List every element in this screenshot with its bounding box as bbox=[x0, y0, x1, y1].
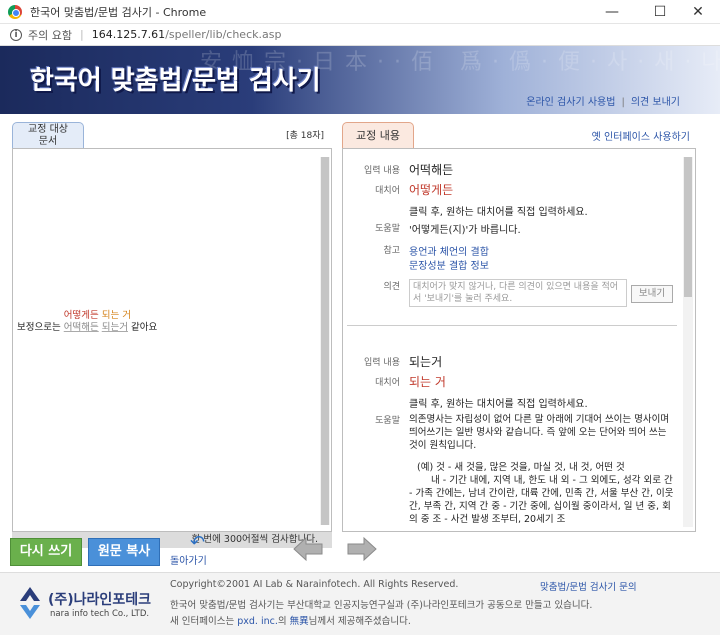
nara-logo-icon bbox=[20, 587, 40, 619]
entry-divider bbox=[347, 325, 677, 326]
entry2-input: 되는거 bbox=[409, 355, 443, 369]
address-separator: | bbox=[79, 28, 84, 41]
label-ref: 참고 bbox=[383, 246, 400, 256]
tab-source-document[interactable]: 교정 대상 문서 bbox=[12, 122, 84, 148]
source-scrollbar-thumb[interactable] bbox=[321, 157, 329, 525]
window-title: 한국어 맞춤법/문법 검사기 - Chrome bbox=[30, 5, 207, 19]
pxd-link[interactable]: pxd. inc. bbox=[237, 616, 278, 627]
logo-korean: (주)나라인포테크 bbox=[48, 592, 151, 608]
entry2-examples: (예) 것 - 새 것을, 많은 것을, 마실 것, 내 것, 어떤 것 내 -… bbox=[409, 461, 679, 526]
close-button[interactable]: ✕ bbox=[676, 0, 720, 24]
chrome-icon bbox=[8, 4, 22, 19]
label-help: 도움말 bbox=[375, 224, 400, 234]
label-input-2: 입력 내용 bbox=[364, 358, 400, 368]
window-titlebar: 한국어 맞춤법/문법 검사기 - Chrome — ☐ ✕ bbox=[0, 0, 720, 24]
source-pane: 교정 대상 문서 [총 18자] 보정으로는 어떻게든 어떡해든 되는 거 되는거 … bbox=[10, 122, 332, 548]
copyright: Copyright©2001 AI Lab & Narainfotech. Al… bbox=[170, 579, 459, 590]
error-word-1[interactable]: 어떡해든 bbox=[64, 322, 99, 333]
old-interface-link[interactable]: 옛 인터페이스 사용하기 bbox=[592, 128, 690, 143]
entry1-help: '어떻게든(지)'가 바릅니다. bbox=[409, 225, 521, 236]
label-replace: 대치어 bbox=[375, 186, 400, 196]
example-line-2: 내 - 기간 내에, 지역 내, 한도 내 외 - 그 외에도, 성각 외로 간… bbox=[409, 475, 674, 525]
header-banner: 安恤宗·日本··佰 爲·僞·便·사·새·나·이·文 나 한국어 맞춤법/문법 검… bbox=[0, 46, 720, 114]
label-input: 입력 내용 bbox=[364, 166, 400, 176]
contact-link[interactable]: 맞춤법/문법 검사기 문의 bbox=[540, 579, 637, 593]
made-by-note: 한국어 맞춤법/문법 검사기는 부산대학교 인공지능연구실과 (주)나라인포테크… bbox=[170, 600, 593, 611]
tab-source-label-line2: 문서 bbox=[38, 136, 58, 147]
retype-button[interactable]: 다시 쓰기 bbox=[10, 538, 82, 566]
credit-prefix: 새 인터페이스는 bbox=[170, 616, 235, 627]
tab-source-label-line1: 교정 대상 bbox=[28, 124, 68, 135]
entry1-input: 어떡해든 bbox=[409, 163, 454, 177]
credit-mid: 의 bbox=[277, 616, 287, 627]
link-divider: | bbox=[621, 97, 625, 108]
app-title: 한국어 맞춤법/문법 검사기 bbox=[30, 66, 321, 96]
copy-original-button[interactable]: 원문 복사 bbox=[88, 538, 160, 566]
entry1-send-button[interactable]: 보내기 bbox=[631, 285, 673, 303]
logo-english: nara info tech Co., LTD. bbox=[50, 609, 150, 619]
label-opinion: 의견 bbox=[383, 282, 400, 292]
char-count: [총 18자] bbox=[286, 131, 324, 141]
entry2-instruction: 클릭 후, 원하는 대치어를 직접 입력하세요. bbox=[409, 399, 588, 410]
label-help-2: 도움말 bbox=[375, 416, 400, 426]
interface-credit: 새 인터페이스는 pxd. inc.의 無異님께서 제공해주셨습니다. bbox=[170, 613, 411, 627]
entry1-instruction: 클릭 후, 원하는 대치어를 직접 입력하세요. bbox=[409, 207, 588, 218]
source-text: 보정으로는 어떻게든 어떡해든 되는 거 되는거 같아요 bbox=[17, 310, 158, 335]
company-logo: (주)나라인포테크 nara info tech Co., LTD. bbox=[16, 583, 156, 627]
credit-suffix: 님께서 제공해주셨습니다. bbox=[308, 616, 411, 627]
entry2-replacement[interactable]: 되는 거 bbox=[409, 373, 446, 390]
suggestion-2: 되는 거 bbox=[101, 310, 131, 321]
main-area: 교정 대상 문서 [총 18자] 보정으로는 어떻게든 어떡해든 되는 거 되는거 … bbox=[0, 114, 720, 572]
tab-corrections[interactable]: 교정 내용 bbox=[342, 122, 414, 148]
error-word-2[interactable]: 되는거 bbox=[102, 322, 128, 333]
previous-arrow-icon[interactable] bbox=[292, 536, 324, 562]
back-label: 돌아가기 bbox=[170, 556, 207, 567]
info-icon[interactable]: i bbox=[10, 28, 22, 41]
banner-links: 온라인 검사기 사용법 | 의견 보내기 bbox=[526, 93, 680, 108]
entry1-ref-link-2[interactable]: 문장성분 결합 정보 bbox=[409, 257, 489, 272]
next-arrow-icon[interactable] bbox=[346, 536, 378, 562]
designer-link[interactable]: 無異 bbox=[290, 616, 309, 627]
text-prefix: 보정으로는 bbox=[17, 322, 61, 333]
corrections-scrollbar[interactable] bbox=[683, 157, 693, 527]
source-text-area[interactable]: 보정으로는 어떻게든 어떡해든 되는 거 되는거 같아요 bbox=[12, 148, 332, 532]
feedback-link[interactable]: 의견 보내기 bbox=[631, 97, 680, 108]
address-bar[interactable]: i 주의 요함 | 164.125.7.61/speller/lib/check… bbox=[0, 24, 720, 46]
security-warning[interactable]: 주의 요함 bbox=[28, 27, 72, 43]
back-arrow-icon: ↶ bbox=[190, 532, 206, 553]
usage-link[interactable]: 온라인 검사기 사용법 bbox=[526, 97, 615, 108]
suggestion-1: 어떻게든 bbox=[63, 310, 99, 321]
label-replace-2: 대치어 bbox=[375, 378, 400, 388]
correction-pane: 교정 내용 옛 인터페이스 사용하기 입력 내용 어떡해든 대치어 어떻게든 클… bbox=[342, 122, 698, 546]
url-host[interactable]: 164.125.7.61 bbox=[92, 28, 165, 41]
entry1-opinion-input[interactable]: 대치어가 맞지 않거나, 다른 의견이 있으면 내용을 적어서 '보내기'를 눌… bbox=[409, 279, 627, 307]
text-suffix: 같아요 bbox=[131, 322, 158, 333]
minimize-button[interactable]: — bbox=[590, 0, 634, 24]
corrections-scrollbar-thumb[interactable] bbox=[684, 157, 692, 297]
corrections-list: 입력 내용 어떡해든 대치어 어떻게든 클릭 후, 원하는 대치어를 직접 입력… bbox=[342, 148, 696, 532]
footer: (주)나라인포테크 nara info tech Co., LTD. Copyr… bbox=[0, 572, 720, 635]
source-scrollbar[interactable] bbox=[320, 157, 330, 525]
url-path[interactable]: /speller/lib/check.asp bbox=[165, 28, 281, 41]
entry1-ref-link-1[interactable]: 용언과 체언의 결합 bbox=[409, 243, 489, 258]
back-button[interactable]: ↶ 돌아가기 bbox=[168, 532, 218, 567]
entry1-replacement[interactable]: 어떻게든 bbox=[409, 181, 453, 198]
example-line-1: (예) 것 - 새 것을, 많은 것을, 마실 것, 내 것, 어떤 것 bbox=[417, 462, 625, 473]
entry2-help: 의존명사는 자립성이 없어 다른 말 아래에 기대어 쓰이는 명사이며 띄어쓰기… bbox=[409, 414, 670, 451]
